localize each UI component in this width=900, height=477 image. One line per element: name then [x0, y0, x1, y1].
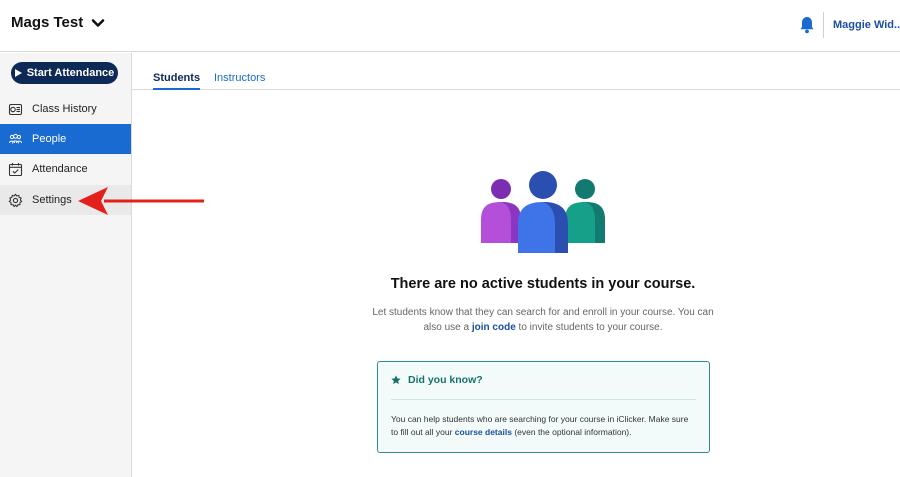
star-icon — [391, 375, 401, 385]
tab-students[interactable]: Students — [153, 72, 201, 90]
start-attendance-button[interactable]: Start Attendance — [11, 62, 118, 84]
did-you-know-title: Did you know? — [408, 374, 483, 386]
bell-icon[interactable] — [799, 16, 815, 34]
class-history-icon — [8, 103, 23, 115]
calendar-check-icon — [8, 162, 23, 176]
sidebar-item-attendance[interactable]: Attendance — [0, 154, 131, 184]
user-menu[interactable]: Maggie Wid... — [833, 19, 900, 31]
join-code-link[interactable]: join code — [472, 322, 516, 333]
sidebar-item-label: Attendance — [32, 163, 88, 175]
course-title: Mags Test — [11, 14, 84, 31]
sidebar-item-class-history[interactable]: Class History — [0, 94, 131, 124]
gear-icon — [8, 193, 23, 207]
did-you-know-panel: Did you know? You can help students who … — [377, 361, 710, 453]
sidebar-item-label: Settings — [32, 194, 72, 206]
empty-state-text: to invite students to your course. — [515, 322, 663, 333]
top-bar: Mags Test Maggie Wid... — [0, 0, 900, 52]
people-icon — [9, 133, 22, 144]
did-you-know-body: You can help students who are searching … — [391, 413, 696, 439]
start-attendance-label: Start Attendance — [26, 67, 115, 79]
people-tabs: Students Instructors — [132, 53, 900, 90]
course-details-link[interactable]: course details — [455, 427, 512, 437]
sidebar-item-label: Class History — [32, 103, 97, 115]
chevron-down-icon — [91, 18, 105, 27]
annotation-arrow-icon — [78, 187, 204, 215]
tip-text: (even the optional information). — [511, 427, 632, 437]
header-divider — [823, 12, 824, 38]
people-illustration — [481, 171, 605, 253]
divider — [391, 399, 696, 400]
did-you-know-heading: Did you know? — [391, 374, 483, 386]
play-icon — [14, 69, 22, 77]
sidebar-item-label: People — [32, 133, 67, 145]
empty-state-description: Let students know that they can search f… — [370, 305, 716, 335]
tab-instructors[interactable]: Instructors — [214, 72, 265, 88]
course-selector[interactable]: Mags Test — [11, 14, 105, 31]
sidebar: Start Attendance Class History People At… — [0, 53, 132, 477]
sidebar-item-people[interactable]: People — [0, 124, 131, 154]
empty-state-title: There are no active students in your cou… — [390, 276, 696, 292]
